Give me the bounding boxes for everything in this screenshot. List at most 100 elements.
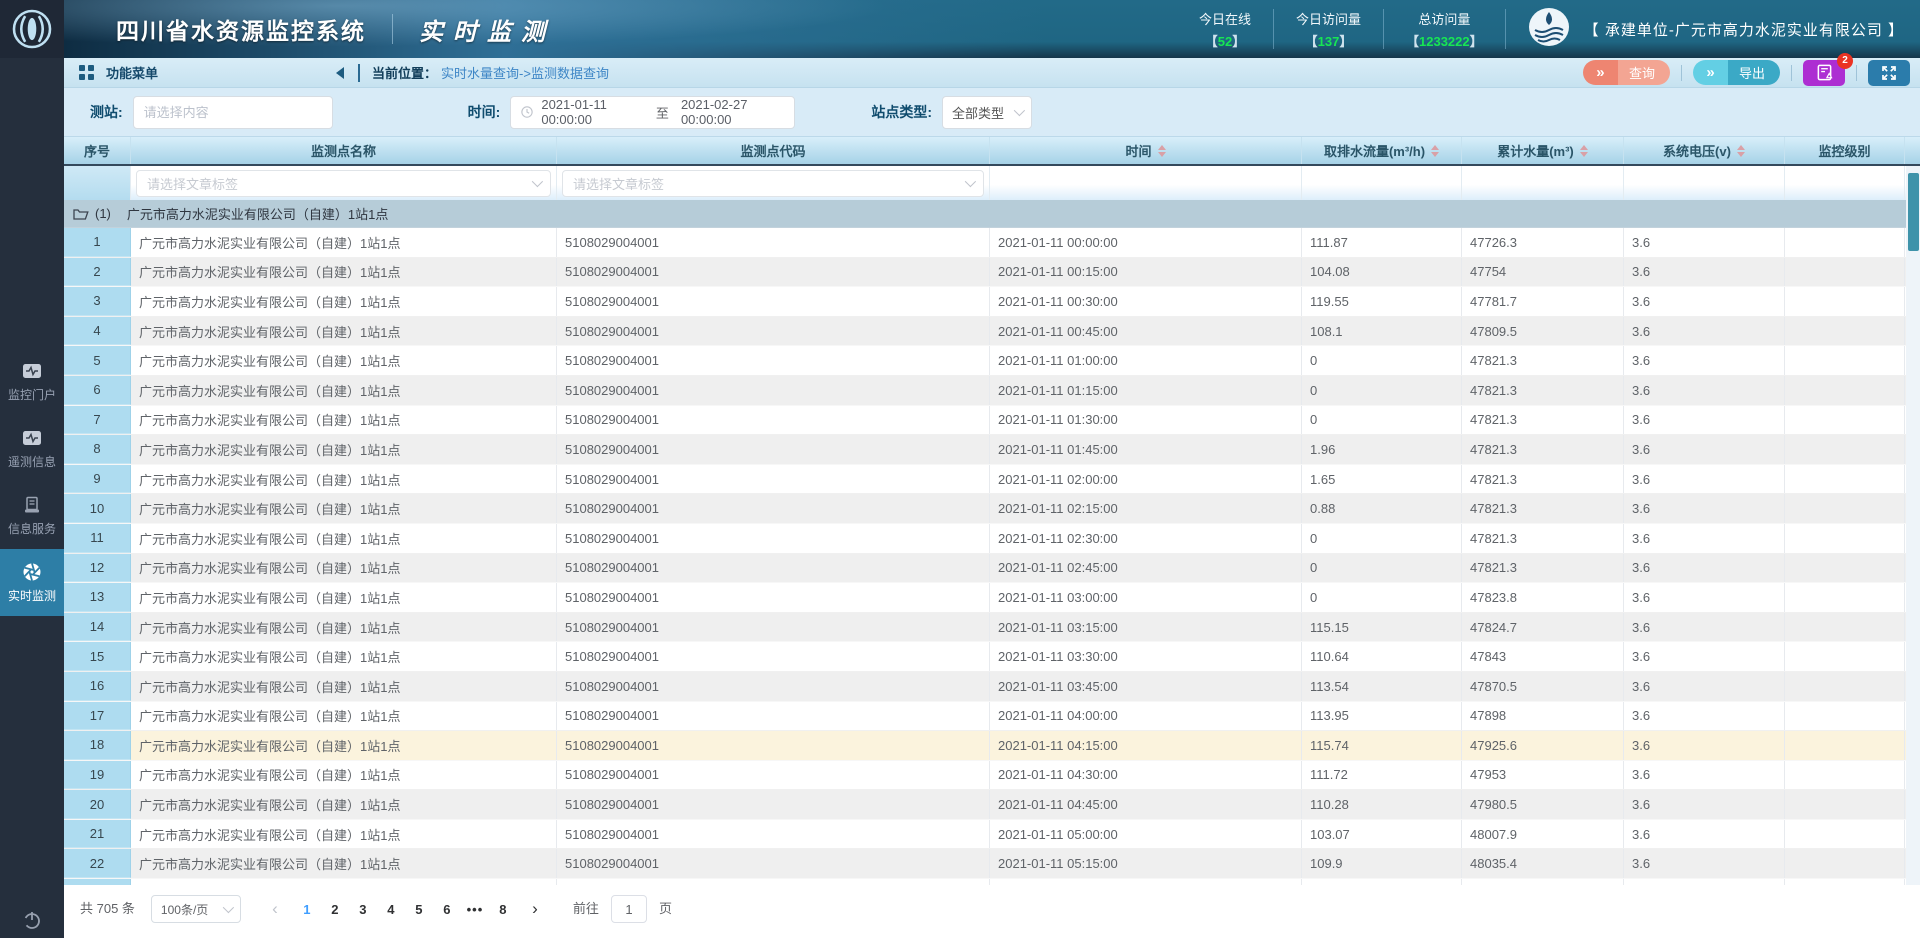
button-divider (1681, 65, 1682, 81)
prev-page-button[interactable]: ‹ (261, 895, 289, 923)
cell-seq: 10 (64, 494, 131, 523)
title-divider (392, 14, 393, 44)
pagination-bar: 共 705 条 100条/页 ‹ 123456•••8 › 前往 页 (64, 885, 1920, 938)
page-button-3[interactable]: 3 (349, 895, 377, 923)
column-header[interactable]: 监测点名称 (131, 137, 557, 164)
table-row[interactable]: 22 广元市高力水泥实业有限公司（自建）1站1点 5108029004001 2… (64, 849, 1920, 879)
scrollbar-thumb[interactable] (1908, 173, 1919, 251)
table-row[interactable]: 7 广元市高力水泥实业有限公司（自建）1站1点 5108029004001 20… (64, 406, 1920, 436)
table-row[interactable]: 3 广元市高力水泥实业有限公司（自建）1站1点 5108029004001 20… (64, 287, 1920, 317)
export-button[interactable]: » 导出 (1693, 60, 1780, 85)
table-row[interactable]: 20 广元市高力水泥实业有限公司（自建）1站1点 5108029004001 2… (64, 790, 1920, 820)
cell-time: 2021-01-11 00:45:00 (990, 317, 1302, 346)
collapse-panel-icon[interactable] (336, 67, 344, 79)
table-row[interactable]: 18 广元市高力水泥实业有限公司（自建）1站1点 5108029004001 2… (64, 731, 1920, 761)
table-row[interactable]: 1 广元市高力水泥实业有限公司（自建）1站1点 5108029004001 20… (64, 228, 1920, 258)
alarm-badge: 2 (1837, 53, 1853, 69)
cell-time: 2021-01-11 03:15:00 (990, 613, 1302, 642)
page-button-1[interactable]: 1 (293, 895, 321, 923)
chevron-down-icon (223, 902, 234, 913)
table-row[interactable]: 15 广元市高力水泥实业有限公司（自建）1站1点 5108029004001 2… (64, 642, 1920, 672)
table-row[interactable]: 14 广元市高力水泥实业有限公司（自建）1站1点 5108029004001 2… (64, 613, 1920, 643)
sort-icon[interactable] (1737, 145, 1745, 157)
query-button[interactable]: » 查询 (1583, 60, 1670, 85)
column-header[interactable]: 取排水流量(m³/h) (1302, 137, 1462, 164)
page-button-4[interactable]: 4 (377, 895, 405, 923)
table-row[interactable]: 13 广元市高力水泥实业有限公司（自建）1站1点 5108029004001 2… (64, 583, 1920, 613)
table-row[interactable]: 11 广元市高力水泥实业有限公司（自建）1站1点 5108029004001 2… (64, 524, 1920, 554)
table-row[interactable]: 16 广元市高力水泥实业有限公司（自建）1站1点 5108029004001 2… (64, 672, 1920, 702)
filter-cell-name: 请选择文章标签 (131, 166, 557, 200)
date-start[interactable]: 2021-01-11 00:00:00 (541, 97, 644, 127)
column-header[interactable]: 监测点代码 (557, 137, 990, 164)
date-end[interactable]: 2021-02-27 00:00:00 (681, 97, 784, 127)
cell-voltage: 3.6 (1624, 228, 1785, 257)
table-row[interactable]: 21 广元市高力水泥实业有限公司（自建）1站1点 5108029004001 2… (64, 820, 1920, 850)
table-row[interactable]: 12 广元市高力水泥实业有限公司（自建）1站1点 5108029004001 2… (64, 554, 1920, 584)
table-row[interactable]: 17 广元市高力水泥实业有限公司（自建）1站1点 5108029004001 2… (64, 702, 1920, 732)
cell-time: 2021-01-11 04:00:00 (990, 702, 1302, 731)
column-header[interactable]: 系统电压(v) (1624, 137, 1785, 164)
table-row[interactable]: 9 广元市高力水泥实业有限公司（自建）1站1点 5108029004001 20… (64, 465, 1920, 495)
cell-level (1785, 258, 1905, 287)
alarm-report-button[interactable]: 2 (1803, 60, 1845, 86)
cell-volume: 47821.3 (1462, 376, 1624, 405)
chevron-down-icon (1014, 105, 1025, 116)
cell-volume: 47843 (1462, 642, 1624, 671)
table-row[interactable]: 8 广元市高力水泥实业有限公司（自建）1站1点 5108029004001 20… (64, 435, 1920, 465)
goto-page-input[interactable] (611, 895, 647, 923)
page-button-6[interactable]: 6 (433, 895, 461, 923)
column-header[interactable]: 累计水量(m³) (1462, 137, 1624, 164)
cell-code: 5108029004001 (557, 346, 990, 375)
station-type-select[interactable]: 全部类型 (942, 96, 1032, 129)
sidebar-item-遥测信息[interactable]: 遥测信息 (0, 415, 64, 482)
cell-seq: 22 (64, 849, 131, 878)
sort-icon[interactable] (1431, 145, 1439, 157)
table-row[interactable]: 19 广元市高力水泥实业有限公司（自建）1站1点 5108029004001 2… (64, 761, 1920, 791)
cell-level (1785, 613, 1905, 642)
cell-flow: 111.87 (1302, 228, 1462, 257)
sort-icon[interactable] (1580, 145, 1588, 157)
cell-seq: 14 (64, 613, 131, 642)
cell-seq: 16 (64, 672, 131, 701)
sort-icon[interactable] (1158, 145, 1166, 157)
sidebar-item-监控门户[interactable]: 监控门户 (0, 348, 64, 415)
column-header[interactable]: 监控级别 (1785, 137, 1905, 164)
fullscreen-button[interactable] (1868, 60, 1910, 86)
column-header[interactable]: 时间 (990, 137, 1302, 164)
page-ellipsis[interactable]: ••• (461, 895, 489, 923)
code-filter-select[interactable]: 请选择文章标签 (562, 170, 984, 197)
next-page-button[interactable]: › (521, 895, 549, 923)
total-count: 共 705 条 (80, 895, 135, 923)
header-stat: 今日在线 【52】 (1176, 9, 1274, 49)
table-row[interactable]: 10 广元市高力水泥实业有限公司（自建）1站1点 5108029004001 2… (64, 494, 1920, 524)
power-icon[interactable] (0, 910, 64, 930)
vertical-scrollbar[interactable] (1906, 137, 1920, 938)
breadcrumb[interactable]: 实时水量查询->监测数据查询 (441, 63, 609, 82)
sidebar-item-实时监测[interactable]: 实时监测 (0, 549, 64, 616)
chevron-down-icon (532, 176, 543, 187)
column-header[interactable]: 序号 (64, 137, 131, 164)
name-filter-select[interactable]: 请选择文章标签 (136, 170, 551, 197)
table-row[interactable]: 6 广元市高力水泥实业有限公司（自建）1站1点 5108029004001 20… (64, 376, 1920, 406)
page-button-5[interactable]: 5 (405, 895, 433, 923)
table-row[interactable]: 5 广元市高力水泥实业有限公司（自建）1站1点 5108029004001 20… (64, 346, 1920, 376)
page-button-2[interactable]: 2 (321, 895, 349, 923)
main-area: 四川省水资源监控系统 实时监测 今日在线 【52】 今日访问量 【137】 总访… (64, 0, 1920, 938)
group-row[interactable]: (1) 广元市高力水泥实业有限公司（自建）1站1点 (64, 200, 1920, 228)
goto-label: 前往 (573, 895, 599, 923)
page-button-8[interactable]: 8 (489, 895, 517, 923)
cell-code: 5108029004001 (557, 524, 990, 553)
table-row[interactable]: 4 广元市高力水泥实业有限公司（自建）1站1点 5108029004001 20… (64, 317, 1920, 347)
date-range-input[interactable]: 2021-01-11 00:00:00 至 2021-02-27 00:00:0… (510, 96, 795, 129)
org-block: 【 承建单位-广元市高力水泥实业有限公司 】 (1506, 7, 1920, 52)
table-row[interactable]: 2 广元市高力水泥实业有限公司（自建）1站1点 5108029004001 20… (64, 258, 1920, 288)
page-size-select[interactable]: 100条/页 (151, 895, 241, 923)
cell-seq: 2 (64, 258, 131, 287)
cell-time: 2021-01-11 02:15:00 (990, 494, 1302, 523)
sidebar-item-信息服务[interactable]: 信息服务 (0, 482, 64, 549)
cell-level (1785, 465, 1905, 494)
cell-flow: 0 (1302, 406, 1462, 435)
station-input[interactable] (133, 96, 333, 129)
cell-time: 2021-01-11 04:15:00 (990, 731, 1302, 760)
